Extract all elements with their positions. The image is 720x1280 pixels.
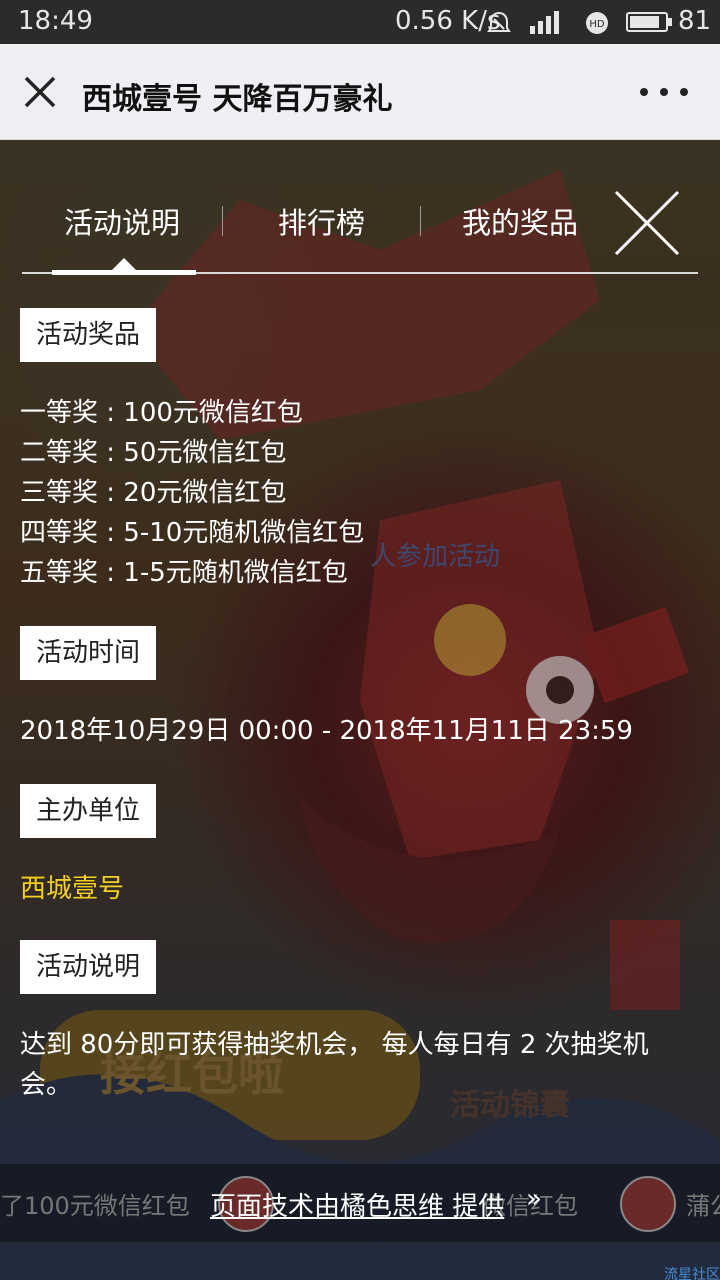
tab-leaderboard[interactable]: 排行榜 — [278, 200, 365, 242]
prize-item: 四等奖 : 5-10元随机微信红包 — [20, 518, 365, 548]
prize-item: 五等奖 : 1-5元随机微信红包 — [20, 558, 348, 588]
battery-icon — [626, 12, 672, 32]
close-panel-icon[interactable] — [612, 188, 682, 258]
close-icon[interactable] — [22, 74, 58, 110]
participants-text: 人参加活动 — [370, 542, 500, 572]
winner-ticker-left: 了100元微信红包 — [0, 1192, 190, 1220]
chevron-right-icon[interactable]: » — [526, 1184, 542, 1214]
alarm-icon — [487, 11, 511, 32]
active-tab-caret — [112, 258, 136, 270]
page-title: 西城壹号 天降百万豪礼 — [82, 82, 393, 117]
active-tab-indicator — [52, 270, 196, 275]
battery-level: 81 — [678, 6, 712, 36]
battery-fill — [630, 16, 659, 28]
tips-text: 活动锦囊 — [450, 1088, 570, 1123]
organizer-heading: 主办单位 — [20, 784, 157, 838]
description-heading: 活动说明 — [20, 940, 157, 994]
status-time: 18:49 — [18, 6, 93, 36]
avatar — [620, 1176, 676, 1232]
organizer-name: 西城壹号 — [20, 874, 125, 904]
network-speed: 0.56 K/s — [395, 6, 501, 36]
signal-icon — [530, 11, 559, 34]
winner-ticker-right: 蒲公 — [686, 1192, 720, 1220]
prize-item: 二等奖 : 50元微信红包 — [20, 438, 287, 468]
tab-bar: 活动说明 排行榜 我的奖品 — [22, 180, 698, 275]
prize-item: 一等奖 : 100元微信红包 — [20, 398, 303, 428]
activity-panel: 人参加活动 接红包啦 活动锦囊 活动说明 排行榜 我的奖品 活动奖品 一等奖 :… — [0, 140, 720, 1280]
time-heading: 活动时间 — [20, 626, 157, 680]
status-bar: 18:49 0.56 K/s HD 81 — [0, 0, 720, 44]
tech-provider-link[interactable]: 页面技术由橘色思维 提供 — [210, 1186, 504, 1223]
tab-my-prizes[interactable]: 我的奖品 — [462, 200, 578, 242]
prizes-heading: 活动奖品 — [20, 308, 157, 362]
tab-activity-info[interactable]: 活动说明 — [64, 200, 180, 242]
svg-text:HD: HD — [589, 19, 605, 30]
activity-time: 2018年10月29日 00:00 - 2018年11月11日 23:59 — [20, 716, 633, 746]
description-line-2: 会。 — [20, 1070, 73, 1100]
watermark: 流星社区 — [664, 1267, 720, 1280]
description-line-1: 达到 80分即可获得抽奖机会， 每人每日有 2 次抽奖机 — [20, 1030, 649, 1060]
title-bar: 西城壹号 天降百万豪礼 — [0, 44, 720, 140]
hd-icon: HD — [586, 12, 608, 34]
more-options-icon[interactable] — [640, 88, 688, 98]
prize-item: 三等奖 : 20元微信红包 — [20, 478, 287, 508]
